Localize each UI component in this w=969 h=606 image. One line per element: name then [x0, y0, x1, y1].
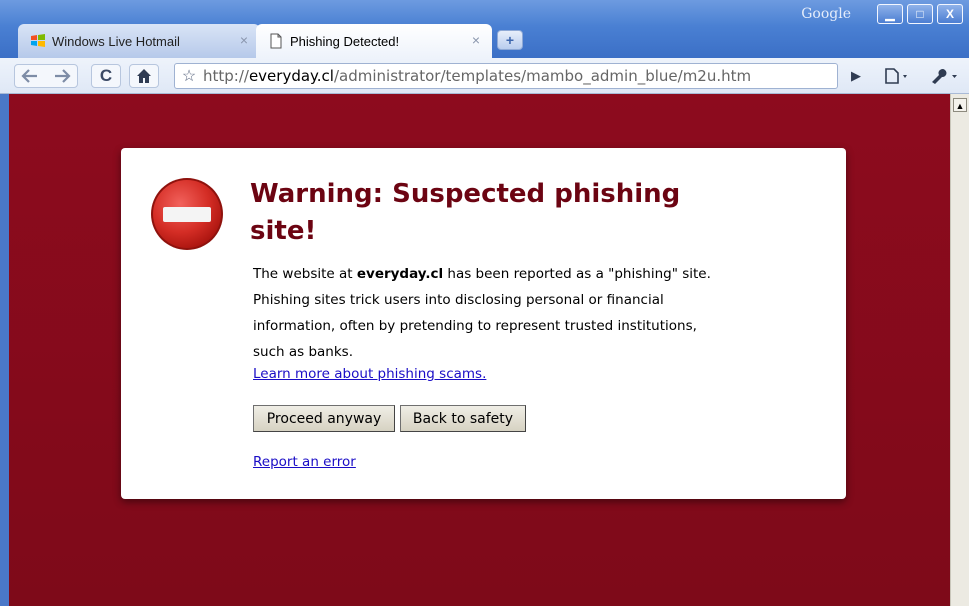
- reload-icon: C: [99, 66, 113, 85]
- url-text[interactable]: http://everyday.cl/administrator/templat…: [203, 67, 751, 85]
- forward-icon[interactable]: [53, 69, 71, 83]
- learn-more-link[interactable]: Learn more about phishing scams.: [253, 366, 486, 382]
- bookmark-star-icon[interactable]: ☆: [175, 66, 203, 86]
- page-icon: [270, 33, 282, 49]
- brand-label: Google: [801, 6, 851, 22]
- windows-logo-icon: [31, 34, 45, 47]
- warning-description: The website at everyday.cl has been repo…: [253, 261, 723, 365]
- desc-domain: everyday.cl: [356, 266, 444, 282]
- stop-sign-icon: [151, 178, 223, 250]
- window-left-edge: [0, 94, 9, 606]
- tab-hotmail[interactable]: Windows Live Hotmail ×: [18, 24, 260, 58]
- desc-before: The website at: [253, 266, 357, 282]
- window-controls: ▁ □ X: [877, 4, 963, 24]
- scroll-up-icon[interactable]: ▲: [953, 98, 967, 112]
- vertical-scrollbar[interactable]: ▲: [950, 94, 969, 606]
- page-title: Warning: Suspected phishing site!: [250, 179, 681, 246]
- page-menu-icon: [885, 68, 907, 84]
- address-bar[interactable]: ☆ http://everyday.cl/administrator/templ…: [174, 63, 838, 89]
- play-icon: ▶: [851, 68, 861, 83]
- close-tab-icon[interactable]: ×: [240, 32, 248, 48]
- minimize-button[interactable]: ▁: [877, 4, 903, 24]
- proceed-anyway-button[interactable]: Proceed anyway: [253, 405, 395, 432]
- report-error-link[interactable]: Report an error: [253, 454, 356, 470]
- url-prefix: http://: [203, 67, 249, 85]
- tab-phishing-detected[interactable]: Phishing Detected! ×: [256, 24, 492, 58]
- close-button[interactable]: X: [937, 4, 963, 24]
- title-bar: Google ▁ □ X Windows Live Hotmail × Phis…: [0, 0, 969, 58]
- wrench-icon: [932, 69, 957, 84]
- url-domain: everyday.cl: [248, 67, 334, 85]
- home-button[interactable]: [129, 64, 159, 88]
- close-tab-icon[interactable]: ×: [472, 32, 480, 48]
- new-tab-button[interactable]: +: [497, 30, 523, 50]
- back-to-safety-button[interactable]: Back to safety: [400, 405, 526, 432]
- reload-button[interactable]: C: [91, 64, 121, 88]
- tab-label: Phishing Detected!: [290, 33, 400, 49]
- url-path: /administrator/templates/mambo_admin_blu…: [333, 67, 752, 85]
- go-button[interactable]: ▶: [845, 64, 867, 88]
- home-icon: [137, 69, 151, 83]
- page-menu-button[interactable]: [879, 64, 915, 88]
- wrench-menu-button[interactable]: [926, 64, 964, 88]
- browser-toolbar: C ☆ http://everyday.cl/administrator/tem…: [0, 58, 969, 94]
- maximize-button[interactable]: □: [907, 4, 933, 24]
- nav-buttons: [14, 64, 78, 88]
- tab-label: Windows Live Hotmail: [52, 33, 180, 49]
- back-icon[interactable]: [21, 69, 39, 83]
